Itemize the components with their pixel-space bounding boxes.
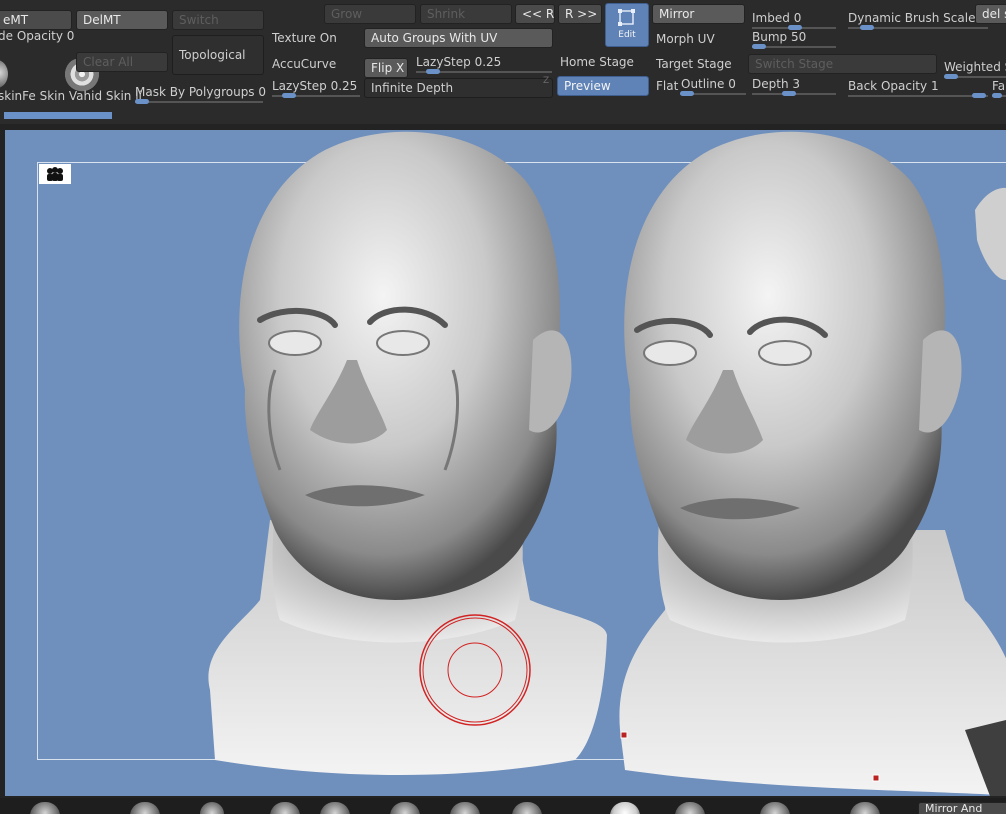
brush-thumb-9[interactable] (610, 802, 640, 814)
back-opacity-label: Back Opacity (848, 79, 928, 93)
mirror-and-weld-button[interactable]: Mirror And We (918, 802, 1006, 814)
transform-handle-bottom[interactable] (872, 774, 880, 782)
dynamic-brush-scale-label: Dynamic Brush Scale (848, 11, 976, 25)
switch-button[interactable]: Switch (172, 10, 264, 30)
morph-uv-button[interactable]: Morph UV (656, 30, 715, 48)
del-s-button[interactable]: del s (975, 4, 1006, 24)
brush-thumb-3[interactable] (200, 802, 224, 814)
grow-button[interactable]: Grow (324, 4, 416, 24)
skin-labels: skinFe Skin Vahid Skin li (0, 89, 142, 103)
fa-track[interactable] (992, 93, 1006, 98)
opacity-label: de Opacity (0, 29, 63, 43)
lazystep-label: LazyStep (272, 79, 327, 93)
document-viewport (0, 124, 1006, 798)
mask-by-polygroups-label: Mask By Polygroups (135, 85, 255, 99)
brush-thumb-2[interactable] (130, 802, 160, 814)
bump-track[interactable] (752, 44, 836, 49)
outline-track[interactable] (680, 91, 746, 96)
depth-value: 3 (792, 77, 801, 91)
infinite-depth-toggle[interactable]: Infinite Depth (364, 78, 553, 98)
bump-value: 50 (790, 30, 807, 44)
dynamic-brush-scale-track[interactable] (848, 25, 988, 30)
lazystep-label-2: LazyStep (416, 55, 471, 69)
sculpt-canvas[interactable] (5, 130, 1006, 796)
mask-by-polygroups-slider[interactable]: Mask By Polygroups 0 (135, 83, 266, 101)
texture-on-toggle[interactable]: Texture On (272, 29, 337, 47)
back-opacity-track[interactable] (848, 93, 988, 98)
brush-thumb-4[interactable] (270, 802, 300, 814)
z-indicator: Z (543, 76, 550, 86)
edit-icon (618, 9, 635, 26)
del-mt-button[interactable]: DelMT (76, 10, 168, 30)
brush-thumb-7[interactable] (450, 802, 480, 814)
head-bust-right[interactable] (619, 131, 1006, 796)
top-toolbar: eMT de Opacity 0 skinFe Skin Vahid Skin … (0, 0, 1006, 124)
lazystep-track-right[interactable] (416, 69, 552, 74)
brush-thumb-12[interactable] (850, 802, 880, 814)
preview-button[interactable]: Preview (557, 76, 649, 96)
shrink-button[interactable]: Shrink (420, 4, 512, 24)
progress-bar (4, 112, 112, 119)
bump-label: Bump (752, 30, 788, 44)
edit-button[interactable]: Edit (605, 3, 649, 47)
brush-thumb-5[interactable] (320, 802, 350, 814)
mask-by-polygroups-track[interactable] (135, 99, 263, 104)
brush-thumb-11[interactable] (760, 802, 790, 814)
flip-x-button[interactable]: Flip X (364, 58, 408, 78)
depth-label: Depth (752, 77, 789, 91)
edit-label: Edit (618, 30, 636, 40)
depth-track[interactable] (752, 91, 836, 96)
lazystep-value-2: 0.25 (474, 55, 502, 69)
imbed-value: 0 (793, 11, 802, 25)
accucurve-toggle[interactable]: AccuCurve (272, 55, 336, 73)
flat-toggle[interactable]: Flat (656, 77, 678, 95)
mirror-button[interactable]: Mirror (652, 4, 745, 24)
transform-handle-left[interactable] (620, 731, 628, 739)
brush-shelf: Mirror And We (0, 798, 1006, 814)
switch-stage-button[interactable]: Switch Stage (748, 54, 937, 74)
outline-label: Outline (681, 77, 725, 91)
brush-thumb-10[interactable] (675, 802, 705, 814)
subtool-thumbnail-sphere[interactable] (0, 60, 8, 88)
lazystep-value: 0.25 (330, 79, 358, 93)
back-opacity-value: 1 (930, 79, 939, 93)
opacity-slider-label[interactable]: de Opacity 0 (0, 27, 74, 45)
home-stage-button[interactable]: Home Stage (560, 53, 634, 71)
outline-value: 0 (728, 77, 736, 91)
brush-thumb-6[interactable] (390, 802, 420, 814)
topological-button[interactable]: Topological (172, 35, 264, 75)
head-bust-left[interactable] (208, 131, 607, 775)
side-model-partial (975, 187, 1006, 280)
clear-all-button[interactable]: Clear All (76, 52, 168, 72)
brush-thumb-1[interactable] (30, 802, 60, 814)
auto-groups-with-uv-button[interactable]: Auto Groups With UV (364, 28, 553, 48)
back-opacity-slider[interactable]: Back Opacity 1 (848, 77, 939, 95)
sculpt-scene (208, 131, 1006, 796)
target-stage-button[interactable]: Target Stage (656, 55, 732, 73)
imbed-label: Imbed (752, 11, 790, 25)
mask-by-polygroups-value: 0 (258, 85, 267, 99)
brush-thumb-8[interactable] (512, 802, 542, 814)
lazystep-track-left[interactable] (272, 93, 360, 98)
opacity-value: 0 (66, 29, 75, 43)
next-r-button[interactable]: R >> (558, 4, 602, 24)
prev-r-button[interactable]: << R (515, 4, 555, 24)
